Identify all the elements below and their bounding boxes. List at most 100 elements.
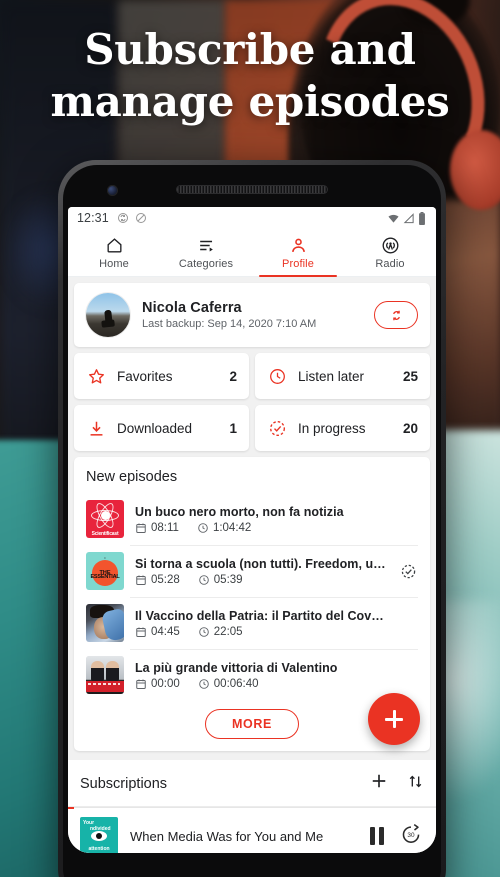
add-subscription-button[interactable]	[369, 771, 389, 796]
tab-profile[interactable]: Profile	[252, 229, 344, 277]
tab-home-label: Home	[99, 258, 129, 270]
pause-button[interactable]	[370, 827, 384, 845]
calendar-icon	[136, 679, 146, 689]
episode-duration: 1:04:42	[212, 521, 252, 534]
stat-label-listen-later: Listen later	[298, 368, 365, 384]
clock-icon	[199, 678, 209, 689]
episode-duration: 05:39	[213, 573, 243, 586]
status-bar: 12:31	[68, 207, 436, 229]
headline-line-1: Subscribe and	[84, 25, 416, 74]
wifi-icon	[387, 213, 400, 224]
progress-check-icon	[267, 418, 287, 438]
episode-artwork-lab-photo	[86, 604, 124, 642]
sync-button[interactable]	[374, 301, 418, 329]
tab-radio[interactable]: Radio	[344, 229, 436, 276]
more-button[interactable]: MORE	[205, 709, 299, 739]
headline: Subscribe and manage episodes	[0, 24, 500, 127]
plus-icon	[372, 774, 386, 788]
episode-duration: 00:06:40	[213, 677, 259, 690]
clock-icon	[198, 522, 208, 533]
phone-screen: 12:31 Home Categories Profile Radio Nico…	[68, 207, 436, 853]
stat-card-downloaded[interactable]: Downloaded 1	[74, 405, 249, 451]
phone-mockup: 12:31 Home Categories Profile Radio Nico…	[58, 160, 446, 877]
profile-card[interactable]: Nicola Caferra Last backup: Sep 14, 2020…	[74, 283, 430, 347]
forward-30-icon: 30	[402, 823, 420, 843]
stats-grid: Favorites 2 Listen later 25 Downloaded 1…	[74, 353, 430, 451]
calendar-icon	[136, 575, 146, 585]
episode-artwork-the-essential: • THE ESSENTIAL	[86, 552, 124, 590]
episode-duration: 22:05	[213, 625, 243, 638]
stat-count-in-progress: 20	[402, 420, 418, 436]
episode-artwork-two-men	[86, 656, 124, 694]
phone-bezel: 12:31 Home Categories Profile Radio Nico…	[63, 165, 441, 877]
stat-count-favorites: 2	[229, 368, 237, 384]
stat-label-in-progress: In progress	[298, 420, 366, 436]
status-bar-time: 12:31	[77, 211, 109, 225]
avatar[interactable]	[86, 293, 130, 337]
episode-date: 05:28	[151, 573, 180, 586]
sync-icon	[392, 310, 400, 320]
episode-row[interactable]: • THE ESSENTIAL Si torna a scuola (non tu…	[74, 545, 430, 597]
stat-card-listen-later[interactable]: Listen later 25	[255, 353, 430, 399]
headline-line-2: manage episodes	[50, 76, 450, 126]
stat-card-favorites[interactable]: Favorites 2	[74, 353, 249, 399]
tab-categories[interactable]: Categories	[160, 229, 252, 276]
stat-label-downloaded: Downloaded	[117, 420, 193, 436]
episode-progress-status[interactable]	[398, 563, 418, 580]
episode-row[interactable]: Scientificast Un buco nero morto, non fa…	[74, 493, 430, 545]
page-title: Nicola Caferra	[142, 300, 242, 316]
episode-date: 04:45	[151, 625, 180, 638]
stat-card-in-progress[interactable]: In progress 20	[255, 405, 430, 451]
top-tab-bar[interactable]: Home Categories Profile Radio	[68, 229, 436, 277]
radio-broadcast-icon	[382, 237, 398, 254]
tab-home[interactable]: Home	[68, 229, 160, 276]
calendar-icon	[136, 627, 146, 637]
clock-icon	[199, 574, 209, 585]
subscriptions-title: Subscriptions	[80, 775, 168, 792]
clock-icon	[199, 626, 209, 637]
player-bar[interactable]: Your ndivided attention When Media Was fo…	[68, 807, 436, 853]
signal-icon	[403, 212, 415, 224]
star-icon	[86, 366, 106, 386]
scroll-content[interactable]: Nicola Caferra Last backup: Sep 14, 2020…	[68, 277, 436, 853]
episode-row[interactable]: Il Vaccino della Patria: il Partito del …	[74, 597, 430, 649]
tab-active-indicator	[259, 274, 337, 277]
sort-icon	[409, 775, 422, 787]
battery-icon	[418, 211, 426, 225]
subscriptions-header: Subscriptions	[68, 760, 436, 807]
stat-count-listen-later: 25	[402, 368, 418, 384]
add-fab-button[interactable]	[368, 693, 420, 745]
earpiece-speaker	[177, 186, 327, 193]
episode-artwork-scientificast: Scientificast	[86, 500, 124, 538]
forward-30-button[interactable]: 30	[400, 823, 422, 850]
stat-label-favorites: Favorites	[117, 368, 173, 384]
player-episode-title: When Media Was for You and Me	[130, 828, 324, 844]
episode-title: Il Vaccino della Patria: il Partito del …	[135, 608, 387, 623]
episode-title: Si torna a scuola (non tutti). Freedom, …	[135, 556, 386, 571]
episode-date: 08:11	[151, 521, 179, 534]
episode-title: La più grande vittoria di Valentino	[135, 660, 338, 675]
tab-radio-label: Radio	[375, 258, 405, 270]
tab-profile-label: Profile	[282, 258, 314, 270]
do-not-disturb-icon	[135, 212, 147, 224]
home-icon	[106, 238, 122, 253]
sync-icon	[117, 212, 129, 224]
calendar-icon	[136, 523, 146, 533]
progress-check-icon	[401, 564, 415, 578]
sort-subscriptions-button[interactable]	[407, 773, 424, 795]
download-icon	[86, 418, 106, 438]
clock-icon	[267, 366, 287, 386]
episode-title: Un buco nero morto, non fa notizia	[135, 504, 344, 519]
player-artwork[interactable]: Your ndivided attention	[80, 817, 118, 853]
episode-row[interactable]: La più grande vittoria di Valentino 00:0…	[74, 649, 430, 701]
stat-count-downloaded: 1	[229, 420, 237, 436]
episode-date: 00:00	[151, 677, 180, 690]
front-camera-icon	[107, 185, 118, 196]
svg-text:30: 30	[407, 832, 415, 839]
last-backup-label: Last backup: Sep 14, 2020 7:10 AM	[142, 318, 317, 330]
plus-icon	[384, 709, 404, 729]
avatar-figure	[104, 309, 113, 327]
tab-categories-label: Categories	[178, 258, 234, 270]
list-play-icon	[199, 240, 213, 252]
new-episodes-title: New episodes	[86, 469, 178, 485]
